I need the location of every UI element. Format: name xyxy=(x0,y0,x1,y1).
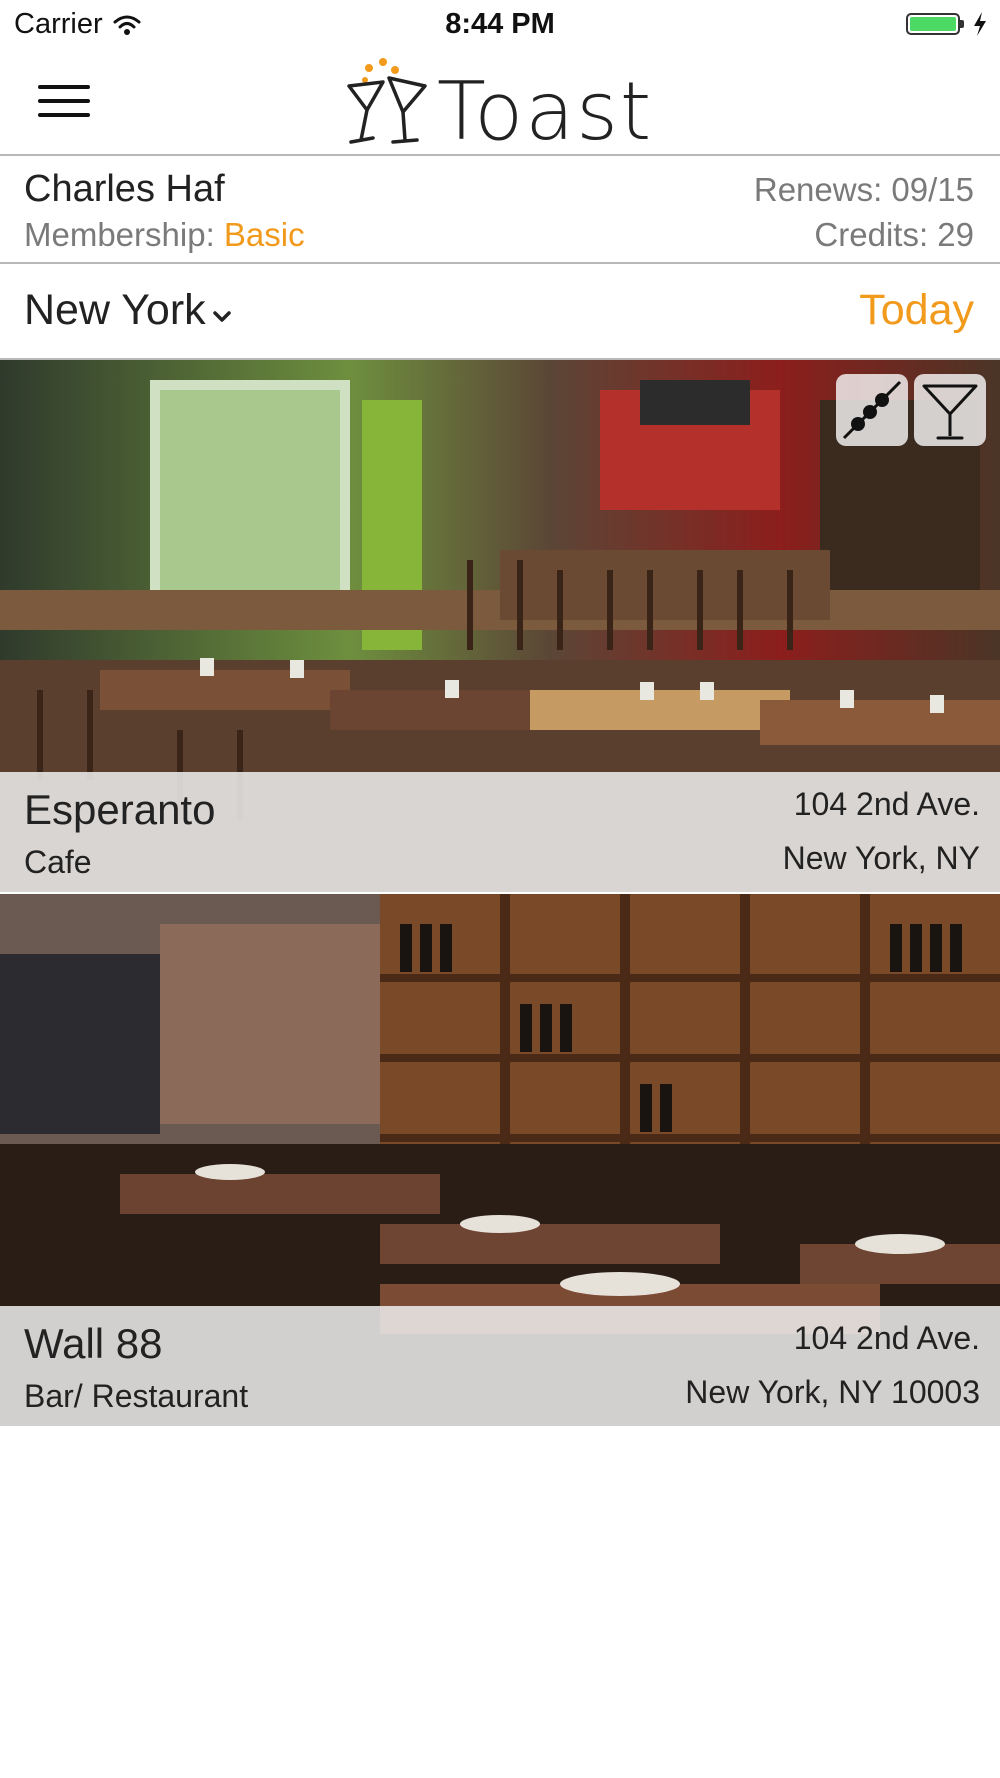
martini-icon xyxy=(922,384,978,440)
app-title: Toast xyxy=(437,65,654,158)
venue-name: Wall 88 xyxy=(24,1320,163,1367)
venue-caption: Esperanto Cafe 104 2nd Ave. New York, NY xyxy=(0,772,1000,892)
venue-card[interactable]: Esperanto Cafe 104 2nd Ave. New York, NY xyxy=(0,360,1000,892)
battery-icon xyxy=(906,13,964,35)
venue-address-line1: 104 2nd Ave. xyxy=(793,786,980,822)
member-name: Charles Haf xyxy=(24,168,225,210)
nav-bar: Toast xyxy=(0,50,1000,156)
chevron-down-icon xyxy=(212,310,231,322)
city-selector[interactable]: New York xyxy=(24,286,232,335)
charging-bolt-icon xyxy=(974,12,986,36)
venue-caption: Wall 88 Bar/ Restaurant 104 2nd Ave. New… xyxy=(0,1306,1000,1426)
credits-count: Credits: 29 xyxy=(814,216,974,253)
venue-type: Bar/ Restaurant xyxy=(24,1378,249,1414)
member-info: Charles Haf Membership: Basic Renews: 09… xyxy=(0,156,1000,264)
venue-address-line2: New York, NY xyxy=(782,840,980,876)
city-label: New York xyxy=(24,286,206,334)
renews-date: Renews: 09/15 xyxy=(753,171,974,208)
menu-button[interactable] xyxy=(38,81,90,121)
cocktail-glasses-icon xyxy=(347,58,427,144)
status-bar: Carrier 8:44 PM xyxy=(0,0,1000,50)
membership-value: Basic xyxy=(223,216,305,253)
battery-area xyxy=(906,12,988,36)
skewer-badge xyxy=(836,374,908,446)
membership-label: Membership: xyxy=(24,216,215,253)
martini-badge xyxy=(914,374,986,446)
filter-bar: New York Today xyxy=(0,264,1000,360)
clock: 8:44 PM xyxy=(445,8,555,40)
membership-line: Membership: Basic xyxy=(24,216,305,254)
venue-type: Cafe xyxy=(24,844,92,880)
venue-address-line2: New York, NY 10003 xyxy=(685,1374,980,1410)
skewer-icon xyxy=(842,380,902,440)
venue-address-line1: 104 2nd Ave. xyxy=(793,1320,980,1356)
date-filter-button[interactable]: Today xyxy=(859,286,974,335)
venue-name: Esperanto xyxy=(24,786,216,833)
app-logo: Toast xyxy=(345,56,653,152)
venue-card[interactable]: Wall 88 Bar/ Restaurant 104 2nd Ave. New… xyxy=(0,894,1000,1426)
